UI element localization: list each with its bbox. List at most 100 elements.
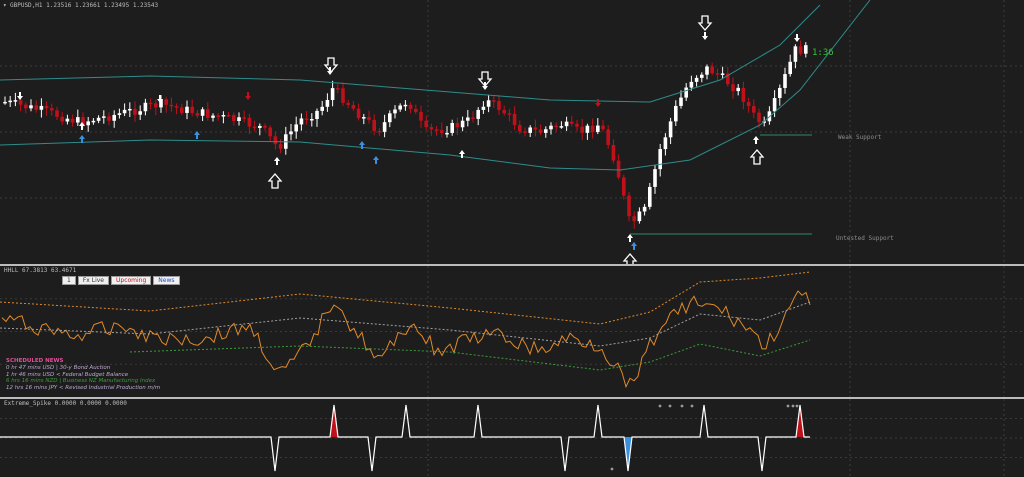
signal-dot	[610, 467, 614, 471]
up-arrow-icon	[274, 157, 280, 165]
candle-body	[741, 87, 746, 102]
candle-body	[164, 99, 168, 105]
candle-body	[70, 118, 75, 123]
price-chart[interactable]	[0, 0, 1024, 264]
candle-body	[86, 121, 90, 126]
candle-body	[497, 100, 501, 110]
candle-body	[362, 117, 366, 119]
candle-body	[523, 131, 527, 133]
candle-body	[689, 81, 694, 88]
candle-body	[351, 104, 356, 109]
candle-body	[611, 144, 616, 161]
news-item: 0 hr 47 mins USD | 30-y Bond Auction	[6, 364, 111, 371]
candle-body	[252, 126, 257, 129]
candle-body	[653, 169, 657, 187]
candle-body	[107, 116, 111, 121]
candle-body	[367, 117, 371, 120]
scheduled-news-panel: SCHEDULED NEWS 0 hr 47 mins USD | 30-y B…	[6, 358, 160, 392]
main-chart-pane[interactable]: ▾ GBPUSD,H1 1.23516 1.23661 1.23495 1.23…	[0, 0, 1024, 264]
candle-body	[310, 118, 314, 121]
candle-body	[596, 125, 600, 132]
candle-body	[700, 74, 704, 78]
tab-news[interactable]: News	[153, 276, 180, 285]
candle-body	[169, 104, 174, 107]
buy-signal-icon	[749, 149, 765, 165]
candle-body	[601, 125, 605, 130]
candle-body	[185, 106, 189, 113]
candle-body	[143, 102, 148, 112]
mid-band	[0, 301, 811, 347]
candle-body	[445, 132, 449, 135]
candle-body	[793, 46, 798, 62]
candle-body	[481, 106, 486, 110]
candle-body	[507, 113, 512, 115]
candle-body	[414, 108, 418, 112]
candle-body	[393, 109, 397, 114]
candle-body	[273, 136, 278, 145]
candle-body	[382, 122, 387, 132]
tab-upcoming[interactable]: Upcoming	[111, 276, 152, 285]
candle-body	[403, 104, 408, 107]
candle-body	[8, 100, 12, 103]
candle-body	[720, 73, 725, 75]
candle-body	[117, 113, 122, 115]
candle-body	[663, 137, 668, 150]
candle-body	[50, 108, 54, 111]
candle-body	[372, 119, 376, 131]
candle-body	[55, 110, 59, 117]
candle-body	[419, 111, 423, 121]
candle-body	[544, 129, 548, 133]
candle-body	[502, 109, 506, 114]
candle-body	[559, 126, 564, 128]
tab-1[interactable]: 1	[62, 276, 76, 285]
signal-dot	[668, 404, 672, 408]
candle-body	[336, 88, 340, 90]
dropdown-triangle-icon[interactable]: ▾	[3, 2, 7, 9]
chart-symbol-title: GBPUSD,H1 1.23516 1.23661 1.23495 1.2354…	[10, 2, 159, 9]
candle-body	[528, 127, 532, 133]
candle-body	[648, 186, 652, 207]
candle-body	[76, 117, 80, 123]
signal-dot	[786, 404, 790, 408]
candle-body	[575, 123, 579, 127]
candle-body	[148, 102, 153, 105]
candle-body	[325, 99, 330, 107]
candle-body	[18, 100, 23, 105]
candle-body	[226, 114, 231, 117]
up-arrow-icon	[194, 131, 200, 139]
down-arrow-icon	[17, 92, 23, 100]
candle-body	[684, 87, 688, 98]
candle-body	[492, 100, 496, 102]
candle-body	[637, 211, 642, 222]
candle-body	[91, 120, 96, 123]
tab-fx-live[interactable]: Fx Live	[77, 276, 109, 285]
candle-body	[622, 177, 626, 196]
candle-body	[549, 125, 553, 130]
candle-body	[752, 106, 756, 113]
candle-body	[642, 206, 647, 212]
candle-body	[200, 109, 205, 116]
candle-body	[237, 117, 241, 122]
candle-body	[746, 101, 751, 107]
candle-body	[247, 117, 252, 127]
buy-signal-icon	[267, 173, 283, 189]
down-arrow-icon	[794, 34, 800, 42]
candle-body	[715, 73, 720, 75]
candle-body	[564, 121, 569, 127]
candle-body	[154, 103, 158, 108]
candle-body	[315, 110, 319, 119]
candle-body	[658, 149, 662, 170]
candle-body	[289, 131, 293, 135]
candle-body	[434, 129, 439, 131]
down-arrow-icon	[595, 99, 601, 107]
candle-body	[772, 97, 777, 112]
candle-body	[538, 129, 543, 133]
candle-body	[39, 105, 44, 110]
untested-support-label: Untested Support	[836, 235, 894, 242]
candle-body	[606, 129, 610, 145]
candle-body	[455, 122, 460, 128]
spike-pane[interactable]: Extreme_Spike 0.0000 0.0000 0.0000	[0, 399, 1024, 477]
up-arrow-icon	[753, 136, 759, 144]
candle-body	[232, 115, 236, 122]
candle-body	[13, 100, 18, 102]
